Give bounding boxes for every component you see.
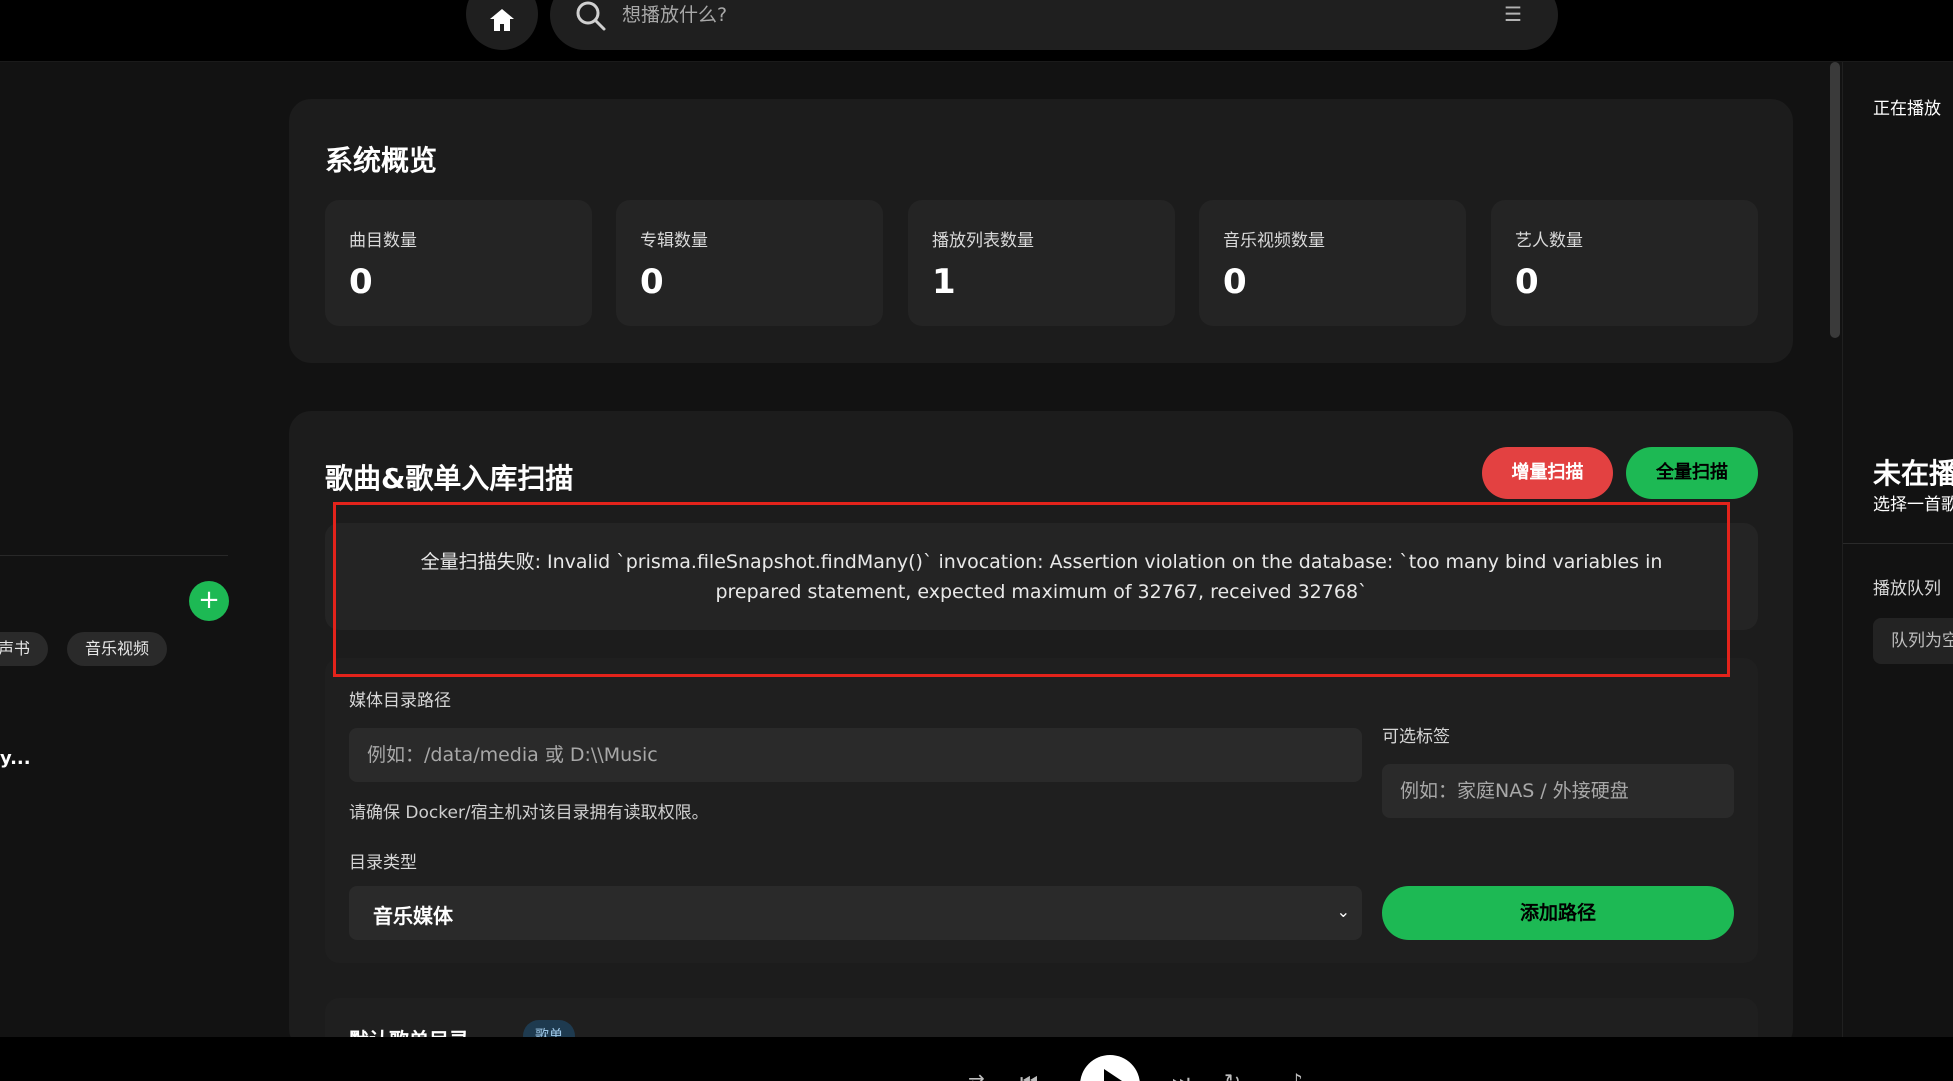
- tag-label: 可选标签: [1382, 727, 1450, 747]
- search-input[interactable]: [622, 0, 1422, 30]
- path-label: 媒体目录路径: [349, 691, 451, 711]
- add-path-button[interactable]: 添加路径: [1382, 886, 1734, 940]
- scan-error-message: 全量扫描失败: Invalid `prisma.fileSnapshot.fin…: [325, 523, 1758, 630]
- directory-type-select[interactable]: 音乐媒体 ⌄: [349, 886, 1362, 940]
- library-item[interactable]: y...: [0, 748, 31, 769]
- menu-icon[interactable]: ☰: [1504, 2, 1522, 26]
- stat-label: 播放列表数量: [932, 231, 1034, 251]
- stat-value: 0: [1515, 262, 1539, 302]
- stat-label: 艺人数量: [1515, 231, 1583, 251]
- stat-artists: 艺人数量 0: [1491, 200, 1758, 326]
- top-bar: ☰: [0, 0, 1953, 62]
- filter-chip-audiobook[interactable]: 声书: [0, 632, 49, 666]
- stat-tracks: 曲目数量 0: [325, 200, 592, 326]
- type-label: 目录类型: [349, 853, 417, 873]
- not-playing-heading: 未在播: [1873, 457, 1953, 490]
- overview-title: 系统概览: [325, 144, 438, 177]
- shuffle-icon[interactable]: ⇄: [968, 1069, 985, 1081]
- search-icon: [576, 1, 606, 31]
- now-playing-panel: 正在播放 未在播 选择一首歌 播放队列 队列为空: [1842, 62, 1953, 1037]
- stat-value: 0: [640, 262, 664, 302]
- stat-albums: 专辑数量 0: [616, 200, 883, 326]
- tag-input[interactable]: [1382, 764, 1734, 818]
- home-button[interactable]: [466, 0, 538, 50]
- stat-label: 专辑数量: [640, 231, 708, 251]
- now-playing-title: 正在播放: [1873, 99, 1941, 119]
- scrollbar-thumb[interactable]: [1830, 62, 1840, 338]
- add-library-button[interactable]: +: [189, 581, 229, 621]
- chevron-down-icon: ⌄: [1336, 902, 1350, 921]
- previous-icon[interactable]: ⏮: [1020, 1069, 1038, 1081]
- scan-title: 歌曲&歌单入库扫描: [325, 462, 574, 495]
- filter-chip-music-video[interactable]: 音乐视频: [67, 632, 168, 666]
- stat-music-videos: 音乐视频数量 0: [1199, 200, 1466, 326]
- stat-value: 1: [932, 262, 956, 302]
- stat-value: 0: [349, 262, 373, 302]
- home-icon: [490, 9, 514, 31]
- queue-label: 播放队列: [1873, 579, 1941, 599]
- incremental-scan-button[interactable]: 增量扫描: [1482, 447, 1613, 499]
- library-scan-card: 歌曲&歌单入库扫描 增量扫描 全量扫描 全量扫描失败: Invalid `pri…: [289, 411, 1793, 1078]
- path-hint: 请确保 Docker/宿主机对该目录拥有读取权限。: [349, 803, 709, 823]
- player-bar: ⇄ ⏮ ⏭ ↻ ♪: [0, 1037, 1953, 1081]
- plus-icon: +: [198, 585, 220, 615]
- lyrics-icon[interactable]: ♪: [1290, 1069, 1303, 1081]
- play-icon: [1104, 1069, 1122, 1081]
- stat-label: 曲目数量: [349, 231, 417, 251]
- left-sidebar: [0, 62, 252, 1037]
- error-text: 全量扫描失败: Invalid `prisma.fileSnapshot.fin…: [420, 550, 1663, 603]
- select-value: 音乐媒体: [373, 904, 453, 928]
- media-path-form: 媒体目录路径 请确保 Docker/宿主机对该目录拥有读取权限。 可选标签 目录…: [325, 658, 1758, 963]
- play-button[interactable]: [1080, 1055, 1140, 1081]
- panel-divider: [1843, 543, 1953, 544]
- stat-playlists: 播放列表数量 1: [908, 200, 1175, 326]
- sidebar-divider: [0, 555, 228, 556]
- select-song-hint: 选择一首歌: [1873, 495, 1953, 515]
- stat-label: 音乐视频数量: [1223, 231, 1325, 251]
- search-bar[interactable]: ☰: [550, 0, 1558, 50]
- repeat-icon[interactable]: ↻: [1224, 1069, 1241, 1081]
- stat-value: 0: [1223, 262, 1247, 302]
- path-input[interactable]: [349, 728, 1362, 782]
- queue-empty: 队列为空: [1873, 618, 1953, 664]
- full-scan-button[interactable]: 全量扫描: [1626, 447, 1758, 499]
- system-overview-card: 系统概览 曲目数量 0 专辑数量 0 播放列表数量 1 音乐视频数量 0 艺人数…: [289, 99, 1793, 363]
- next-icon[interactable]: ⏭: [1172, 1069, 1190, 1081]
